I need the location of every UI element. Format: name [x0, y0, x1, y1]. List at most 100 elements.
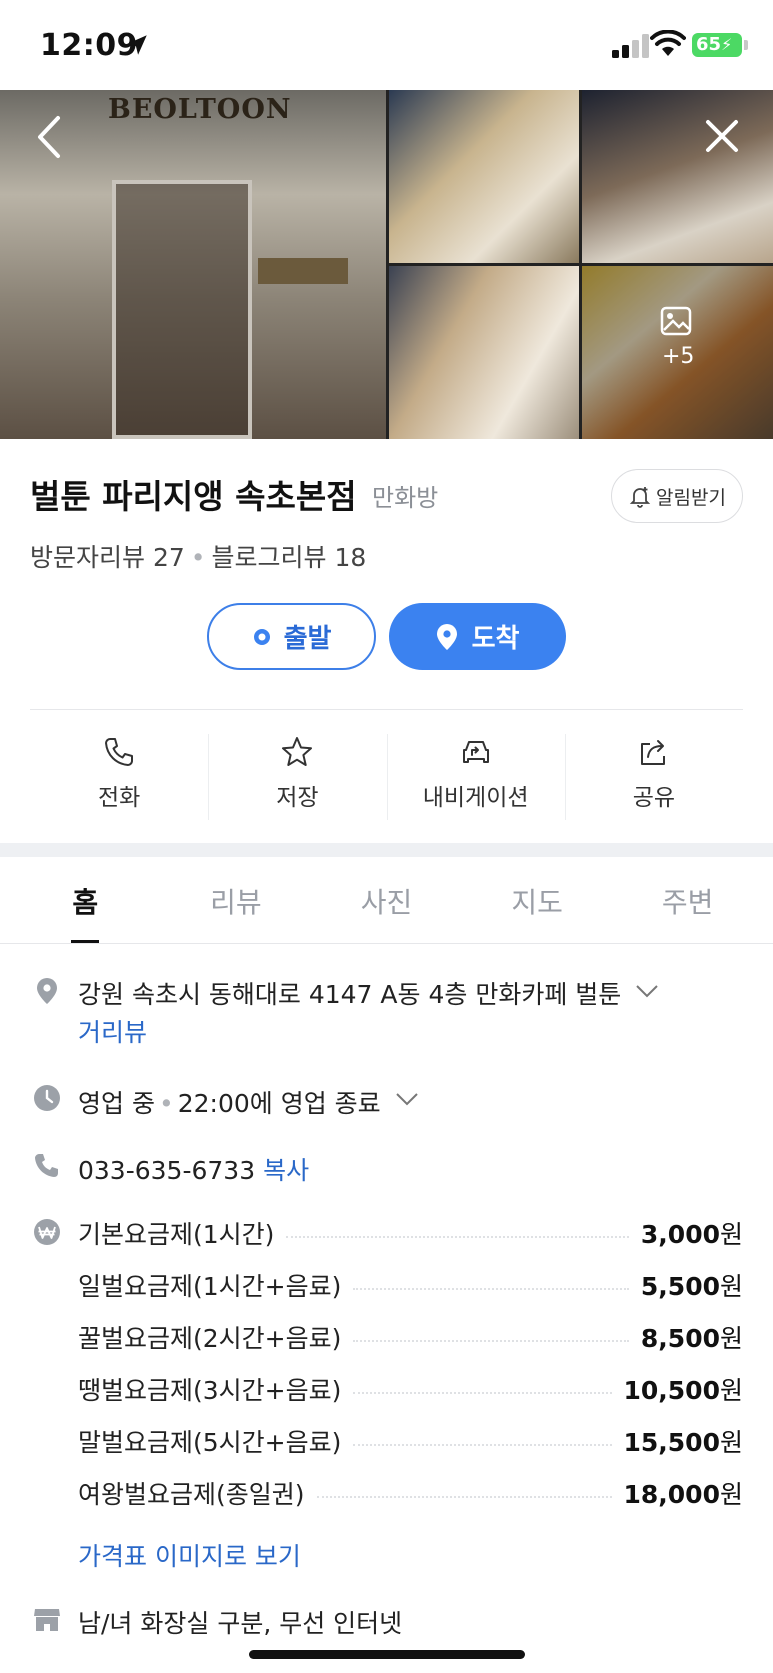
business-hours: 영업 중 • 22:00에 영업 종료 [78, 1084, 381, 1120]
price-value: 10,500원 [624, 1371, 744, 1407]
price-row: 기본요금제(1시간) 3,000원 [78, 1215, 743, 1251]
more-photos-overlay[interactable]: +5 [582, 266, 773, 439]
alarm-button[interactable]: 알림받기 [611, 469, 743, 523]
price-amount: 5,500 [640, 1272, 720, 1301]
visitor-reviews-link[interactable]: 방문자리뷰 27 [30, 543, 185, 572]
store-sign: BEOLTOON [108, 94, 292, 125]
copy-button[interactable]: 복사 [263, 1156, 309, 1185]
image-icon [660, 306, 692, 336]
arrive-label: 도착 [471, 624, 520, 654]
bell-plus-icon [629, 487, 651, 508]
price-amount: 10,500 [623, 1376, 720, 1405]
photo-bookshelves[interactable] [389, 90, 579, 263]
share-label: 공유 [632, 785, 676, 811]
separator-dot: • [158, 1089, 174, 1118]
star-icon [282, 737, 313, 766]
price-leader [353, 1392, 612, 1394]
action-bar: 전화 저장 내비게이션 공유 [30, 730, 743, 820]
price-unit: 원 [719, 1220, 743, 1249]
price-value: 18,000원 [624, 1475, 744, 1511]
share-button[interactable]: 공유 [564, 730, 743, 820]
status-bar: 12:09 65⚡ [0, 0, 773, 90]
chevron-down-icon[interactable] [634, 982, 660, 1000]
navigation-car-icon [462, 741, 489, 763]
price-leader [353, 1444, 612, 1446]
tab-divider [0, 943, 773, 944]
navigation-button[interactable]: 내비게이션 [386, 730, 565, 820]
price-amount: 15,500 [623, 1428, 720, 1457]
save-button[interactable]: 저장 [208, 730, 386, 820]
price-value: 15,500원 [624, 1423, 744, 1459]
price-unit: 원 [719, 1428, 743, 1457]
photo-gallery[interactable]: BEOLTOON +5 [0, 90, 773, 439]
price-value: 8,500원 [641, 1319, 743, 1355]
price-leader [353, 1340, 629, 1342]
price-name: 여왕벌요금제(종일권) [78, 1480, 305, 1509]
price-name: 땡벌요금제(3시간+음료) [78, 1376, 342, 1405]
price-unit: 원 [719, 1480, 743, 1509]
back-arrow-icon[interactable] [30, 112, 70, 162]
price-row: 꿀벌요금제(2시간+음료) 8,500원 [78, 1319, 743, 1355]
origin-dot-icon [253, 628, 270, 645]
hours-detail: 22:00에 영업 종료 [177, 1089, 381, 1118]
address-text: 강원 속초시 동해대로 4147 A동 4층 만화카페 벌툰 [78, 980, 622, 1009]
close-icon[interactable] [700, 114, 744, 158]
store-icon [34, 1609, 60, 1631]
price-leader [316, 1496, 612, 1498]
section-separator [0, 843, 773, 857]
price-name: 말벌요금제(5시간+음료) [78, 1428, 342, 1457]
price-leader [286, 1236, 629, 1238]
wifi-icon [650, 30, 686, 56]
divider [30, 709, 743, 710]
tab-reviews[interactable]: 리뷰 [161, 857, 312, 944]
chevron-down-icon[interactable] [394, 1090, 420, 1108]
price-name: 일벌요금제(1시간+음료) [78, 1272, 342, 1301]
arrive-button[interactable]: 도착 [389, 603, 566, 670]
call-button[interactable]: 전화 [30, 730, 208, 820]
location-pin-icon [37, 978, 57, 1004]
price-row: 땡벌요금제(3시간+음료) 10,500원 [78, 1371, 743, 1407]
phone-number[interactable]: 033-635-6733 [78, 1156, 255, 1185]
tab-map[interactable]: 지도 [462, 857, 613, 944]
entrance-door [112, 180, 252, 439]
tab-photos[interactable]: 사진 [311, 857, 462, 944]
price-name: 꿀벌요금제(2시간+음료) [78, 1324, 342, 1353]
phone-icon [105, 738, 134, 766]
call-label: 전화 [97, 785, 141, 811]
price-unit: 원 [719, 1272, 743, 1301]
review-counts: 방문자리뷰 27 • 블로그리뷰 18 [30, 538, 366, 574]
door-plaque [258, 258, 348, 284]
price-unit: 원 [719, 1324, 743, 1353]
depart-button[interactable]: 출발 [207, 603, 376, 670]
hours-status: 영업 중 [78, 1089, 155, 1118]
price-unit: 원 [719, 1376, 743, 1405]
separator-dot: • [190, 543, 206, 572]
streetview-link[interactable]: 거리뷰 [78, 1013, 147, 1049]
price-amount: 8,500 [640, 1324, 720, 1353]
save-label: 저장 [276, 785, 319, 811]
price-row: 일벌요금제(1시간+음료) 5,500원 [78, 1267, 743, 1303]
price-value: 3,000원 [641, 1215, 743, 1251]
clock-icon [34, 1085, 60, 1111]
alarm-label: 알림받기 [656, 486, 726, 509]
price-row: 말벌요금제(5시간+음료) 15,500원 [78, 1423, 743, 1459]
photo-corridor[interactable] [389, 266, 579, 439]
blog-reviews-link[interactable]: 블로그리뷰 18 [212, 543, 367, 572]
price-row: 여왕벌요금제(종일권) 18,000원 [78, 1475, 743, 1511]
phone-row: 033-635-6733 복사 [78, 1151, 309, 1187]
place-title: 벌툰 파리지앵 속초본점 [30, 477, 357, 516]
more-photos-count: +5 [662, 344, 695, 369]
share-icon [640, 740, 665, 765]
tab-nearby[interactable]: 주변 [612, 857, 763, 944]
facilities-text: 남/녀 화장실 구분, 무선 인터넷 [78, 1609, 403, 1638]
home-indicator[interactable] [249, 1650, 525, 1659]
tab-home[interactable]: 홈 [10, 857, 161, 944]
destination-pin-icon [436, 623, 457, 650]
depart-label: 출발 [283, 624, 332, 654]
price-amount: 3,000 [640, 1220, 720, 1249]
price-image-link[interactable]: 가격표 이미지로 보기 [78, 1537, 301, 1573]
battery-indicator: 65⚡ [692, 33, 742, 57]
place-category: 만화방 [372, 484, 439, 512]
battery-level: 65 [696, 34, 722, 55]
photo-seating-area[interactable] [582, 90, 773, 263]
